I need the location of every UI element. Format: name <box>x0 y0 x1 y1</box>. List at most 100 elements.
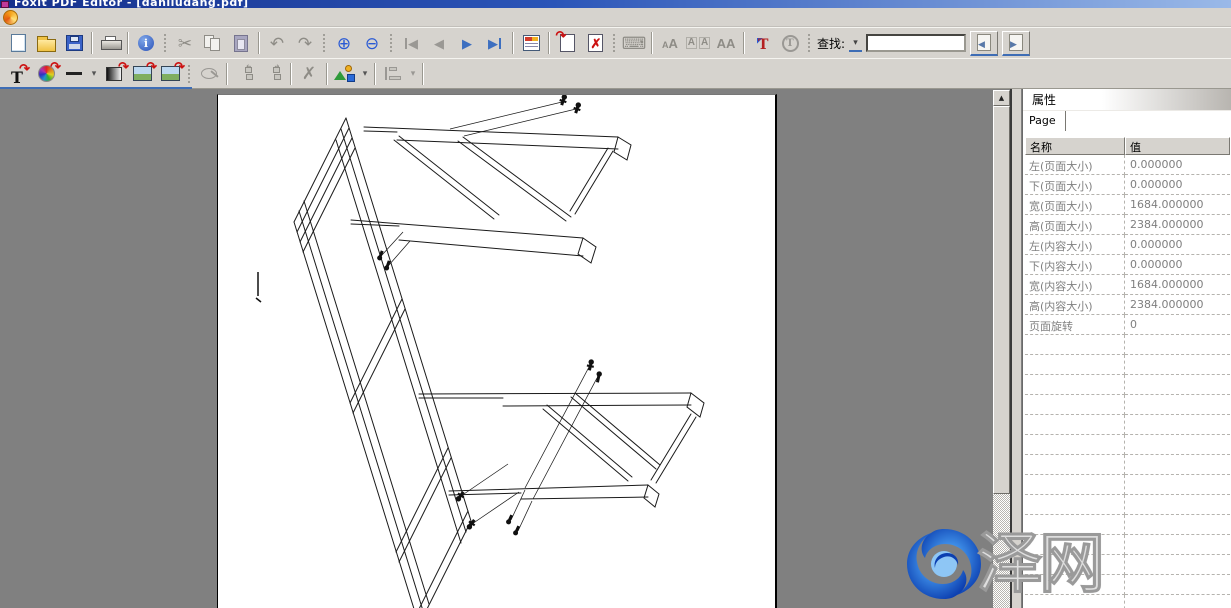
property-row[interactable] <box>1025 475 1230 495</box>
property-row[interactable]: 下(页面大小) 0.000000 <box>1025 175 1230 195</box>
font-style-button[interactable]: AA <box>656 30 684 56</box>
zoom-in-button[interactable]: ⊕ <box>330 30 358 56</box>
property-row[interactable] <box>1025 535 1230 555</box>
replace-image-button[interactable]: ↷ <box>156 61 184 87</box>
undo-button[interactable]: ↶ <box>263 30 291 56</box>
add-text-button[interactable]: T <box>748 30 776 56</box>
transform-forward-button[interactable]: ↱ <box>259 61 287 87</box>
print-button[interactable] <box>96 30 124 56</box>
edit-fill-button[interactable]: ↷ <box>100 61 128 87</box>
insert-shape-button[interactable] <box>331 61 359 87</box>
menu-item[interactable] <box>60 15 78 19</box>
menu-item[interactable] <box>96 15 114 19</box>
property-row[interactable]: 宽(内容大小) 1684.000000 <box>1025 275 1230 295</box>
line-style-button[interactable] <box>60 61 88 87</box>
save-button[interactable] <box>60 30 88 56</box>
property-value[interactable]: 0 <box>1125 315 1230 335</box>
tab-page[interactable]: Page <box>1023 111 1066 131</box>
property-row[interactable]: 页面旋转 0 <box>1025 315 1230 335</box>
property-value[interactable] <box>1125 575 1230 595</box>
property-row[interactable] <box>1025 495 1230 515</box>
property-value[interactable]: 0.000000 <box>1125 175 1230 195</box>
find-dropdown[interactable]: ▾ <box>849 34 862 52</box>
first-page-button[interactable]: ◀ <box>397 30 425 56</box>
property-row[interactable] <box>1025 395 1230 415</box>
property-row[interactable] <box>1025 335 1230 355</box>
delete-object-button[interactable]: ✗ <box>295 61 323 87</box>
next-page-button[interactable]: ▶ <box>453 30 481 56</box>
property-value[interactable] <box>1125 595 1230 608</box>
find-prev-button[interactable]: ◀ <box>970 31 998 56</box>
shape-dropdown[interactable]: ▾ <box>359 68 371 79</box>
property-value[interactable] <box>1125 455 1230 475</box>
keyboard-button[interactable]: ⌨ <box>620 30 648 56</box>
open-button[interactable] <box>32 30 60 56</box>
property-row[interactable] <box>1025 455 1230 475</box>
cut-button[interactable]: ✂ <box>171 30 199 56</box>
page-form-button[interactable] <box>517 30 545 56</box>
property-row[interactable] <box>1025 595 1230 608</box>
align-button[interactable] <box>379 61 407 87</box>
copy-button[interactable] <box>199 30 227 56</box>
find-next-button[interactable]: ▶ <box>1002 31 1030 56</box>
delete-page-button[interactable]: ✗ <box>581 30 609 56</box>
menu-item[interactable] <box>42 15 60 19</box>
property-value[interactable] <box>1125 335 1230 355</box>
menu-item[interactable] <box>150 15 168 19</box>
line-style-dropdown[interactable]: ▾ <box>88 68 100 79</box>
scroll-up-button[interactable]: ▲ <box>993 90 1010 106</box>
property-row[interactable] <box>1025 355 1230 375</box>
property-value[interactable] <box>1125 475 1230 495</box>
paste-button[interactable] <box>227 30 255 56</box>
property-value[interactable]: 0.000000 <box>1125 235 1230 255</box>
property-row[interactable]: 宽(页面大小) 1684.000000 <box>1025 195 1230 215</box>
property-value[interactable] <box>1125 495 1230 515</box>
property-value[interactable] <box>1125 535 1230 555</box>
text-circle-button[interactable]: T <box>776 30 804 56</box>
edit-image-button[interactable]: ↷ <box>128 61 156 87</box>
char-spacing-button[interactable]: AA <box>684 30 712 56</box>
property-row[interactable]: 下(内容大小) 0.000000 <box>1025 255 1230 275</box>
property-value[interactable] <box>1125 515 1230 535</box>
property-value[interactable]: 1684.000000 <box>1125 195 1230 215</box>
property-value[interactable]: 2384.000000 <box>1125 215 1230 235</box>
property-value[interactable] <box>1125 355 1230 375</box>
property-value[interactable] <box>1125 395 1230 415</box>
property-row[interactable]: 左(内容大小) 0.000000 <box>1025 235 1230 255</box>
property-value[interactable]: 0.000000 <box>1125 255 1230 275</box>
find-input[interactable] <box>866 34 966 52</box>
edit-color-button[interactable]: ↷ <box>32 61 60 87</box>
property-row[interactable]: 高(页面大小) 2384.000000 <box>1025 215 1230 235</box>
last-page-button[interactable]: ▶ <box>481 30 509 56</box>
property-value[interactable] <box>1125 415 1230 435</box>
edit-text-button[interactable]: T↷ <box>4 61 32 87</box>
property-value[interactable]: 1684.000000 <box>1125 275 1230 295</box>
menu-item[interactable] <box>114 15 132 19</box>
property-value[interactable]: 2384.000000 <box>1125 295 1230 315</box>
word-spacing-button[interactable]: AA <box>712 30 740 56</box>
prev-page-button[interactable]: ◀ <box>425 30 453 56</box>
transform-back-button[interactable]: ↰ <box>231 61 259 87</box>
scrollbar-thumb[interactable] <box>993 106 1010 494</box>
panel-splitter[interactable] <box>1010 89 1022 608</box>
lasso-button[interactable] <box>195 61 223 87</box>
property-row[interactable] <box>1025 555 1230 575</box>
menu-item[interactable] <box>78 15 96 19</box>
property-value[interactable] <box>1125 375 1230 395</box>
property-row[interactable]: 左(页面大小) 0.000000 <box>1025 155 1230 175</box>
new-button[interactable] <box>4 30 32 56</box>
property-row[interactable] <box>1025 435 1230 455</box>
zoom-out-button[interactable]: ⊖ <box>358 30 386 56</box>
menu-item[interactable] <box>24 15 42 19</box>
property-row[interactable] <box>1025 515 1230 535</box>
property-row[interactable] <box>1025 575 1230 595</box>
align-dropdown[interactable]: ▾ <box>407 68 419 79</box>
redo-button[interactable]: ↷ <box>291 30 319 56</box>
property-value[interactable] <box>1125 555 1230 575</box>
property-value[interactable]: 0.000000 <box>1125 155 1230 175</box>
menu-item[interactable] <box>132 15 150 19</box>
insert-page-button[interactable]: ↷ <box>553 30 581 56</box>
property-value[interactable] <box>1125 435 1230 455</box>
vertical-scrollbar[interactable]: ▲ <box>993 90 1010 608</box>
property-row[interactable]: 高(内容大小) 2384.000000 <box>1025 295 1230 315</box>
